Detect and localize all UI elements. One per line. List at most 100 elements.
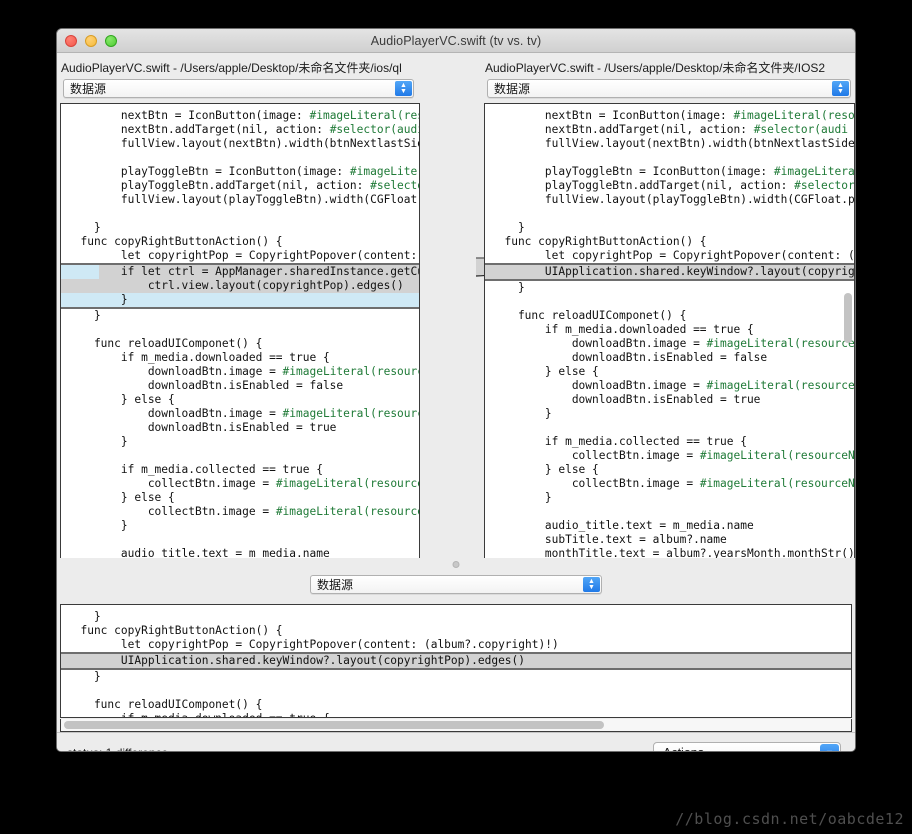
left-popup-wrap: 数据源 ▲ ▼ xyxy=(57,79,420,103)
right-code-content: nextBtn = IconButton(image: #imageLitera… xyxy=(485,104,854,561)
code-line: downloadBtn.isEnabled = true xyxy=(491,393,761,406)
right-code-view[interactable]: nextBtn = IconButton(image: #imageLitera… xyxy=(484,103,855,568)
code-line: playToggleBtn.addTarget(nil, action: #se… xyxy=(491,179,855,192)
bottom-hscroll-thumb[interactable] xyxy=(64,721,604,729)
code-line: subTitle.text = album?.name xyxy=(491,533,727,546)
code-line: nextBtn.addTarget(nil, action: #selector… xyxy=(67,123,419,136)
right-datasource-value: 数据源 xyxy=(494,82,531,96)
diff-block[interactable]: UIApplication.shared.keyWindow?.layout(c… xyxy=(485,263,854,281)
chevron-updown-icon: ▲ ▼ xyxy=(832,81,849,96)
app-window: AudioPlayerVC.swift (tv vs. tv) AudioPla… xyxy=(56,28,856,752)
code-line: } else { xyxy=(491,365,599,378)
code-line: if m_media.collected == true { xyxy=(67,463,323,476)
diff-block[interactable]: if let ctrl = AppManager.sharedInstance.… xyxy=(61,263,419,309)
diff-block[interactable]: UIApplication.shared.keyWindow?.layout(c… xyxy=(61,652,851,670)
code-line: UIApplication.shared.keyWindow?.layout(c… xyxy=(485,265,854,279)
pane-split-handle[interactable] xyxy=(57,558,855,570)
bottom-horizontal-scrollbar[interactable] xyxy=(60,719,852,732)
code-line: playToggleBtn = IconButton(image: #image… xyxy=(491,165,855,178)
screen-root: AudioPlayerVC.swift (tv vs. tv) AudioPla… xyxy=(0,0,912,834)
right-vscroll-thumb[interactable] xyxy=(844,293,852,343)
code-line: downloadBtn.isEnabled = false xyxy=(67,379,344,392)
right-file-pane: AudioPlayerVC.swift - /Users/apple/Deskt… xyxy=(481,53,855,582)
right-vertical-scrollbar[interactable] xyxy=(843,103,854,568)
code-line: collectBtn.image = #imageLiteral(resourc… xyxy=(491,449,855,462)
code-line: func copyRightButtonAction() { xyxy=(67,235,283,248)
left-file-pane: AudioPlayerVC.swift - /Users/apple/Deskt… xyxy=(57,53,420,582)
code-line: collectBtn.image = #imageLiteral(resourc… xyxy=(67,477,420,490)
zoom-icon[interactable] xyxy=(105,35,117,47)
code-line: if let ctrl = AppManager.sharedInstance.… xyxy=(61,265,419,279)
code-line: if m_media.downloaded == true { xyxy=(67,351,330,364)
close-icon[interactable] xyxy=(65,35,77,47)
code-line: func copyRightButtonAction() { xyxy=(67,624,283,637)
code-line: } xyxy=(67,221,101,234)
code-line: audio_title.text = m_media.name xyxy=(491,519,754,532)
code-line: } xyxy=(67,309,101,322)
code-line: } xyxy=(67,435,128,448)
code-line: } xyxy=(67,519,128,532)
code-line: if m_media.downloaded == true { xyxy=(491,323,754,336)
bottom-datasource-value: 数据源 xyxy=(317,578,354,592)
right-file-path: AudioPlayerVC.swift - /Users/apple/Deskt… xyxy=(485,61,826,75)
code-line: nextBtn.addTarget(nil, action: #selector… xyxy=(491,123,848,136)
code-line: collectBtn.image = #imageLiteral(resourc… xyxy=(491,477,855,490)
code-line: fullView.layout(nextBtn).width(btnNextla… xyxy=(491,137,855,150)
code-line: fullView.layout(nextBtn).width(btnNextla… xyxy=(67,137,420,150)
window-titlebar: AudioPlayerVC.swift (tv vs. tv) xyxy=(57,29,855,53)
actions-select[interactable]: Actions ▼ xyxy=(653,742,841,751)
code-line: func reloadUIComponet() { xyxy=(491,309,687,322)
code-line: downloadBtn.image = #imageLiteral(resour… xyxy=(67,407,420,420)
actions-label: Actions xyxy=(654,746,704,751)
minimize-icon[interactable] xyxy=(85,35,97,47)
code-line: } xyxy=(491,281,525,294)
code-line: } else { xyxy=(491,463,599,476)
status-message: status: 1 difference xyxy=(67,746,168,751)
status-bar: status: 1 difference Actions ▼ xyxy=(57,732,855,751)
code-line: } xyxy=(67,293,128,306)
traffic-light-group xyxy=(65,35,117,47)
code-line: if m_media.collected == true { xyxy=(491,435,747,448)
bottom-code-content: } func copyRightButtonAction() { let cop… xyxy=(61,605,851,717)
code-line: downloadBtn.image = #imageLiteral(resour… xyxy=(67,365,420,378)
chevron-down-icon: ▼ xyxy=(820,744,839,751)
split-grip-icon[interactable] xyxy=(452,561,460,568)
left-code-content: nextBtn = IconButton(image: #imageLitera… xyxy=(61,104,420,567)
code-line: func copyRightButtonAction() { xyxy=(491,235,707,248)
chevron-updown-icon: ▲ ▼ xyxy=(395,81,412,96)
code-line: downloadBtn.isEnabled = false xyxy=(491,351,768,364)
right-datasource-select[interactable]: 数据源 ▲ ▼ xyxy=(487,79,851,98)
code-line: collectBtn.image = #imageLiteral(resourc… xyxy=(67,505,420,518)
code-line: } xyxy=(491,407,552,420)
code-line: downloadBtn.isEnabled = true xyxy=(67,421,337,434)
code-line: func reloadUIComponet() { xyxy=(67,337,263,350)
left-code-view[interactable]: nextBtn = IconButton(image: #imageLitera… xyxy=(60,103,420,568)
code-line: fullView.layout(playToggleBtn).width(CGF… xyxy=(491,193,855,206)
right-popup-wrap: 数据源 ▲ ▼ xyxy=(481,79,855,103)
code-line: playToggleBtn.addTarget(nil, action: #se… xyxy=(67,179,419,192)
code-line: } else { xyxy=(67,393,175,406)
code-line: } xyxy=(491,491,552,504)
code-line: } xyxy=(67,610,101,623)
bottom-code-view[interactable]: } func copyRightButtonAction() { let cop… xyxy=(60,604,852,718)
code-line: } xyxy=(491,221,525,234)
left-datasource-select[interactable]: 数据源 ▲ ▼ xyxy=(63,79,414,98)
watermark-text: //blog.csdn.net/oabcde12 xyxy=(675,810,904,828)
code-line: let copyrightPop = CopyrightPopover(cont… xyxy=(491,249,855,262)
code-line: ctrl.view.layout(copyrightPop).edges() xyxy=(61,279,419,293)
code-line: nextBtn = IconButton(image: #imageLitera… xyxy=(67,109,420,122)
comparison-panes: AudioPlayerVC.swift - /Users/apple/Deskt… xyxy=(57,53,855,582)
bottom-datasource-select[interactable]: 数据源 ▲ ▼ xyxy=(310,575,602,594)
code-line: downloadBtn.image = #imageLiteral(resour… xyxy=(491,337,855,350)
